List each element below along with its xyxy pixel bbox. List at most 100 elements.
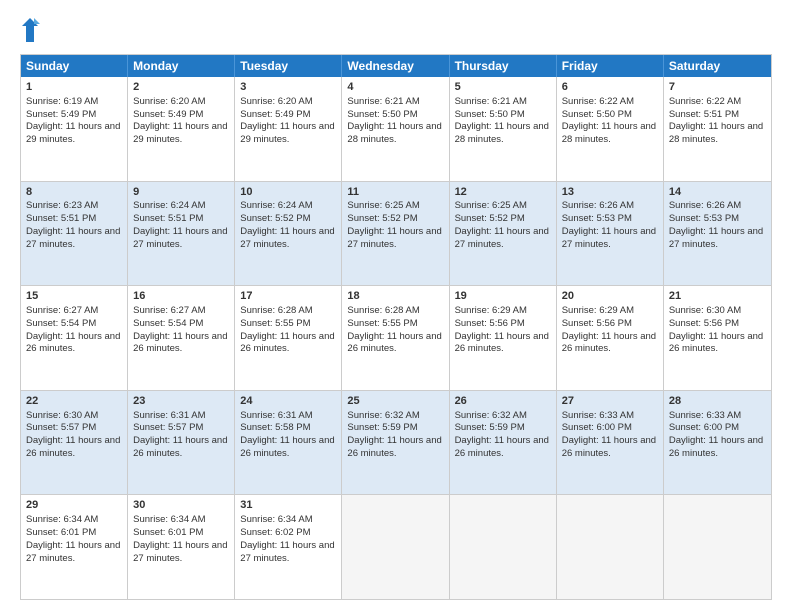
daylight-text: Daylight: 11 hours and 26 minutes. bbox=[347, 435, 441, 459]
header-cell-sunday: Sunday bbox=[21, 55, 128, 77]
sunrise-text: Sunrise: 6:22 AM bbox=[669, 96, 741, 107]
calendar-cell: 18Sunrise: 6:28 AMSunset: 5:55 PMDayligh… bbox=[342, 286, 449, 390]
sunset-text: Sunset: 5:52 PM bbox=[455, 213, 525, 224]
sunrise-text: Sunrise: 6:28 AM bbox=[240, 305, 312, 316]
sunrise-text: Sunrise: 6:25 AM bbox=[347, 200, 419, 211]
sunset-text: Sunset: 5:49 PM bbox=[240, 109, 310, 120]
calendar-cell: 9Sunrise: 6:24 AM Sunset: 5:51 PM Daylight… bbox=[128, 182, 235, 286]
daylight-text: Daylight: 11 hours and 27 minutes. bbox=[240, 226, 334, 250]
calendar-cell: 1Sunrise: 6:19 AMSunset: 5:49 PMDaylight… bbox=[21, 77, 128, 181]
calendar-row-4: 22Sunrise: 6:30 AMSunset: 5:57 PMDayligh… bbox=[21, 391, 771, 496]
daylight-text: Daylight: 11 hours and 26 minutes. bbox=[240, 331, 334, 355]
day-number: 5 bbox=[455, 80, 551, 95]
day-number: 16 bbox=[133, 289, 229, 304]
daylight-text: Daylight: 11 hours and 27 minutes. bbox=[26, 226, 120, 250]
day-number: 3 bbox=[240, 80, 336, 95]
calendar-cell: 17Sunrise: 6:28 AM Sunset: 5:55 PM Dayligh… bbox=[235, 286, 342, 390]
day-number: 13 bbox=[562, 185, 658, 200]
sunset-text: Sunset: 5:56 PM bbox=[562, 318, 632, 329]
sunset-text: Sunset: 5:51 PM bbox=[133, 213, 203, 224]
sunset-text: Sunset: 5:49 PM bbox=[133, 109, 203, 120]
daylight-text: Daylight: 11 hours and 28 minutes. bbox=[347, 121, 441, 145]
day-number: 10 bbox=[240, 185, 336, 200]
daylight-text: Daylight: 11 hours and 27 minutes. bbox=[26, 540, 120, 564]
calendar-cell: 8Sunrise: 6:23 AMSunset: 5:51 PMDaylight… bbox=[21, 182, 128, 286]
day-number: 12 bbox=[455, 185, 551, 200]
calendar-row-1: 1Sunrise: 6:19 AM Sunset: 5:49 PM Daylight… bbox=[21, 77, 771, 182]
sunset-text: Sunset: 6:02 PM bbox=[240, 527, 310, 538]
day-number: 23 bbox=[133, 394, 229, 409]
calendar-cell bbox=[557, 495, 664, 599]
sunset-text: Sunset: 5:55 PM bbox=[347, 318, 417, 329]
sunrise-text: Sunrise: 6:31 AM bbox=[240, 410, 312, 421]
calendar-row-5: 29Sunrise: 6:34 AMSunset: 6:01 PMDayligh… bbox=[21, 495, 771, 599]
day-number: 6 bbox=[562, 80, 658, 95]
daylight-text: Daylight: 11 hours and 27 minutes. bbox=[133, 226, 227, 250]
day-number: 25 bbox=[347, 394, 443, 409]
calendar-cell: 29Sunrise: 6:34 AMSunset: 6:01 PMDayligh… bbox=[21, 495, 128, 599]
day-number: 1 bbox=[26, 80, 122, 95]
header-cell-monday: Monday bbox=[128, 55, 235, 77]
sunset-text: Sunset: 5:56 PM bbox=[455, 318, 525, 329]
daylight-text: Daylight: 11 hours and 27 minutes. bbox=[562, 226, 656, 250]
sunrise-text: Sunrise: 6:24 AM bbox=[133, 200, 205, 211]
sunrise-text: Sunrise: 6:31 AM bbox=[133, 410, 205, 421]
page-header bbox=[20, 16, 772, 44]
daylight-text: Daylight: 11 hours and 26 minutes. bbox=[240, 435, 334, 459]
sunrise-text: Sunrise: 6:33 AM bbox=[562, 410, 634, 421]
header-cell-friday: Friday bbox=[557, 55, 664, 77]
sunset-text: Sunset: 5:50 PM bbox=[562, 109, 632, 120]
sunrise-text: Sunrise: 6:33 AM bbox=[669, 410, 741, 421]
calendar-cell: 21Sunrise: 6:30 AMSunset: 5:56 PMDayligh… bbox=[664, 286, 771, 390]
sunrise-text: Sunrise: 6:34 AM bbox=[240, 514, 312, 525]
daylight-text: Daylight: 11 hours and 28 minutes. bbox=[562, 121, 656, 145]
daylight-text: Daylight: 11 hours and 26 minutes. bbox=[455, 435, 549, 459]
sunrise-text: Sunrise: 6:29 AM bbox=[562, 305, 634, 316]
calendar-body: 1Sunrise: 6:19 AM Sunset: 5:49 PM Daylight… bbox=[21, 77, 771, 599]
sunrise-text: Sunrise: 6:19 AM bbox=[26, 96, 98, 107]
day-number: 24 bbox=[240, 394, 336, 409]
day-number: 2 bbox=[133, 80, 229, 95]
sunrise-text: Sunrise: 6:21 AM bbox=[455, 96, 527, 107]
day-number: 30 bbox=[133, 498, 229, 513]
calendar-cell: 6Sunrise: 6:22 AMSunset: 5:50 PMDaylight… bbox=[557, 77, 664, 181]
daylight-text: Daylight: 11 hours and 26 minutes. bbox=[562, 331, 656, 355]
day-number: 8 bbox=[26, 185, 122, 200]
day-number: 21 bbox=[669, 289, 766, 304]
daylight-text: Daylight: 11 hours and 28 minutes. bbox=[455, 121, 549, 145]
daylight-text: Daylight: 11 hours and 28 minutes. bbox=[669, 121, 763, 145]
calendar-cell: 22Sunrise: 6:30 AMSunset: 5:57 PMDayligh… bbox=[21, 391, 128, 495]
sunrise-text: Sunrise: 6:26 AM bbox=[669, 200, 741, 211]
daylight-text: Daylight: 11 hours and 27 minutes. bbox=[669, 226, 763, 250]
calendar-cell: 5Sunrise: 6:21 AMSunset: 5:50 PMDaylight… bbox=[450, 77, 557, 181]
sunrise-text: Sunrise: 6:21 AM bbox=[347, 96, 419, 107]
calendar-page: SundayMondayTuesdayWednesdayThursdayFrid… bbox=[0, 0, 792, 612]
day-number: 9 bbox=[133, 185, 229, 200]
calendar-cell: 25Sunrise: 6:32 AMSunset: 5:59 PMDayligh… bbox=[342, 391, 449, 495]
day-number: 17 bbox=[240, 289, 336, 304]
calendar-cell: 28Sunrise: 6:33 AMSunset: 6:00 PMDayligh… bbox=[664, 391, 771, 495]
calendar-row-2: 8Sunrise: 6:23 AMSunset: 5:51 PMDaylight… bbox=[21, 182, 771, 287]
sunset-text: Sunset: 5:59 PM bbox=[455, 422, 525, 433]
sunrise-text: Sunrise: 6:25 AM bbox=[455, 200, 527, 211]
calendar-cell: 11Sunrise: 6:25 AMSunset: 5:52 PMDayligh… bbox=[342, 182, 449, 286]
daylight-text: Daylight: 11 hours and 26 minutes. bbox=[562, 435, 656, 459]
calendar-cell: 27Sunrise: 6:33 AMSunset: 6:00 PMDayligh… bbox=[557, 391, 664, 495]
day-number: 28 bbox=[669, 394, 766, 409]
calendar-cell bbox=[664, 495, 771, 599]
header-cell-saturday: Saturday bbox=[664, 55, 771, 77]
sunset-text: Sunset: 5:57 PM bbox=[26, 422, 96, 433]
logo bbox=[20, 16, 44, 44]
sunset-text: Sunset: 5:55 PM bbox=[240, 318, 310, 329]
sunset-text: Sunset: 5:53 PM bbox=[669, 213, 739, 224]
sunrise-text: Sunrise: 6:30 AM bbox=[669, 305, 741, 316]
sunset-text: Sunset: 5:58 PM bbox=[240, 422, 310, 433]
sunrise-text: Sunrise: 6:27 AM bbox=[26, 305, 98, 316]
sunrise-text: Sunrise: 6:32 AM bbox=[347, 410, 419, 421]
day-number: 15 bbox=[26, 289, 122, 304]
calendar-cell: 7Sunrise: 6:22 AMSunset: 5:51 PMDaylight… bbox=[664, 77, 771, 181]
day-number: 14 bbox=[669, 185, 766, 200]
day-number: 18 bbox=[347, 289, 443, 304]
day-number: 11 bbox=[347, 185, 443, 200]
daylight-text: Daylight: 11 hours and 27 minutes. bbox=[133, 540, 227, 564]
